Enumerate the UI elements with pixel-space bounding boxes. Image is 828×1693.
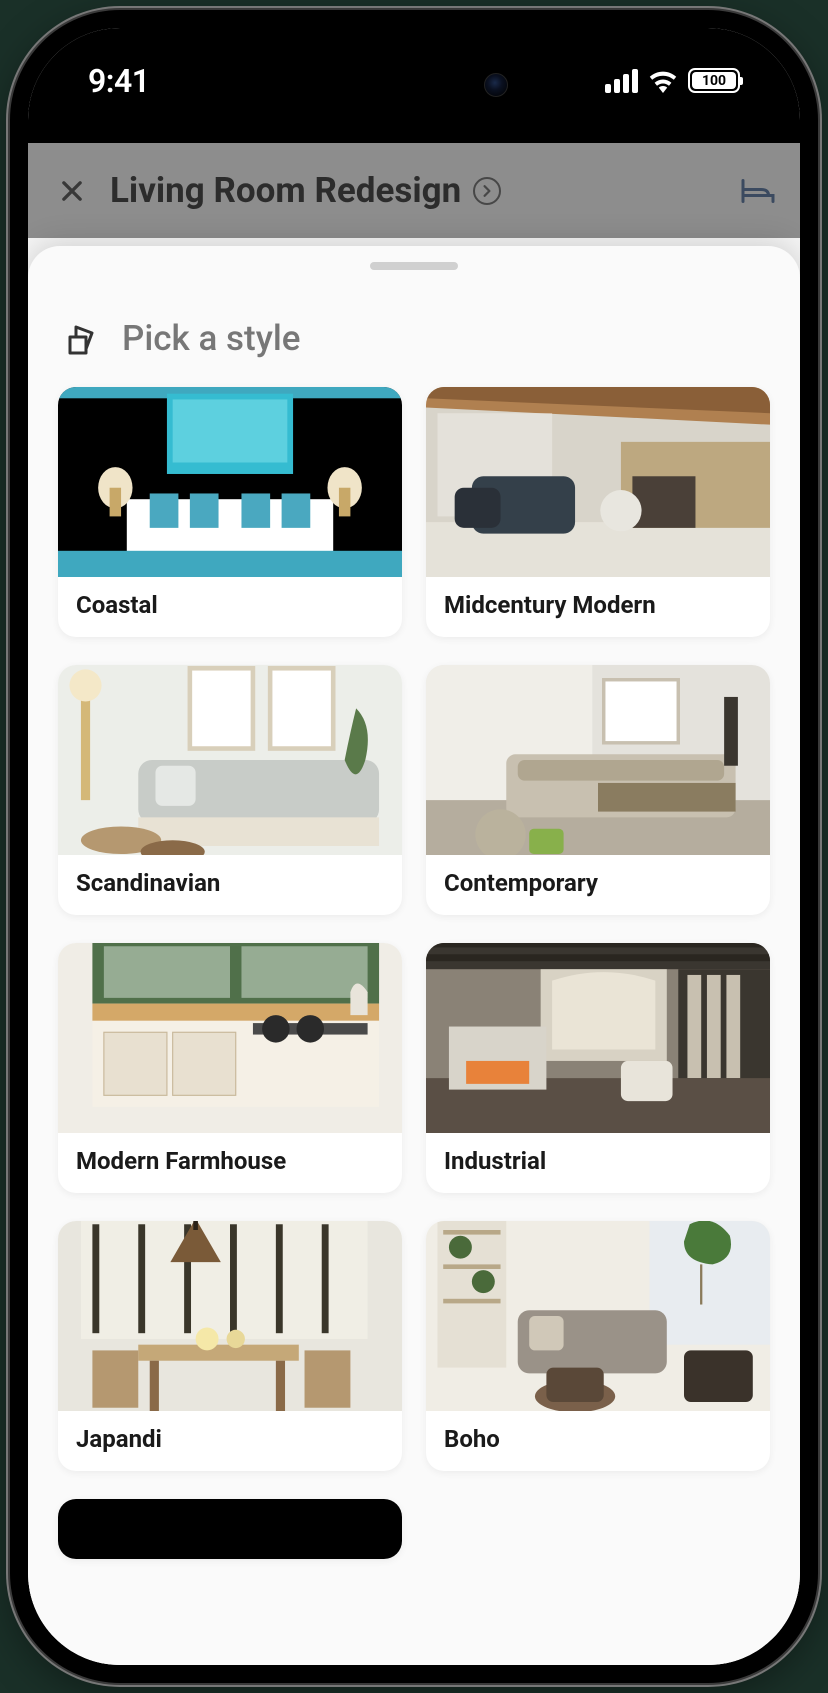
- phone-frame: 9:41 100: [10, 10, 818, 1683]
- sheet-drag-handle[interactable]: [370, 262, 458, 270]
- battery-level: 100: [692, 72, 736, 89]
- style-label: Boho: [426, 1411, 770, 1471]
- style-card-boho[interactable]: Boho: [426, 1221, 770, 1471]
- page-title: Living Room Redesign: [110, 170, 461, 211]
- status-icons: 100: [605, 68, 740, 93]
- style-card-industrial[interactable]: Industrial: [426, 943, 770, 1193]
- style-card-scandinavian[interactable]: Scandinavian: [58, 665, 402, 915]
- battery-icon: 100: [688, 68, 740, 93]
- style-thumbnail-contemporary: [426, 665, 770, 855]
- app-content: Living Room Redesign Pick a: [28, 143, 800, 1665]
- bed-icon[interactable]: [740, 176, 776, 206]
- style-thumbnail-midcentury: [426, 387, 770, 577]
- dynamic-island: [294, 52, 534, 117]
- style-label: Industrial: [426, 1133, 770, 1193]
- style-thumbnail-coastal: [58, 387, 402, 577]
- style-label: Modern Farmhouse: [58, 1133, 402, 1193]
- wifi-icon: [648, 69, 678, 93]
- status-time: 9:41: [88, 62, 150, 100]
- phone-screen: 9:41 100: [28, 28, 800, 1665]
- top-bar: Living Room Redesign: [28, 143, 800, 238]
- cellular-icon: [605, 69, 638, 93]
- title-dropdown-button[interactable]: [473, 177, 501, 205]
- style-card-midcentury-modern[interactable]: Midcentury Modern: [426, 387, 770, 637]
- sheet-title: Pick a style: [122, 318, 301, 359]
- style-thumbnail-japandi: [58, 1221, 402, 1411]
- palette-icon: [62, 319, 102, 359]
- chevron-right-icon: [481, 185, 493, 197]
- style-card-modern-farmhouse[interactable]: Modern Farmhouse: [58, 943, 402, 1193]
- front-camera: [484, 73, 508, 97]
- style-card-japandi[interactable]: Japandi: [58, 1221, 402, 1471]
- style-card-coastal[interactable]: Coastal: [58, 387, 402, 637]
- style-card-more[interactable]: [58, 1499, 402, 1559]
- style-label: Coastal: [58, 577, 402, 637]
- style-card-contemporary[interactable]: Contemporary: [426, 665, 770, 915]
- close-button[interactable]: [52, 171, 92, 211]
- style-thumbnail-scandinavian: [58, 665, 402, 855]
- style-label: Japandi: [58, 1411, 402, 1471]
- style-picker-sheet: Pick a style: [28, 246, 800, 1665]
- style-thumbnail-industrial: [426, 943, 770, 1133]
- close-icon: [58, 177, 86, 205]
- style-thumbnail-boho: [426, 1221, 770, 1411]
- style-label: Midcentury Modern: [426, 577, 770, 637]
- styles-grid: Coastal: [28, 387, 800, 1589]
- style-label: Scandinavian: [58, 855, 402, 915]
- status-bar: 9:41 100: [28, 28, 800, 143]
- style-thumbnail-farmhouse: [58, 943, 402, 1133]
- style-label: Contemporary: [426, 855, 770, 915]
- style-thumbnail-more: [58, 1499, 402, 1559]
- sheet-header: Pick a style: [28, 270, 800, 387]
